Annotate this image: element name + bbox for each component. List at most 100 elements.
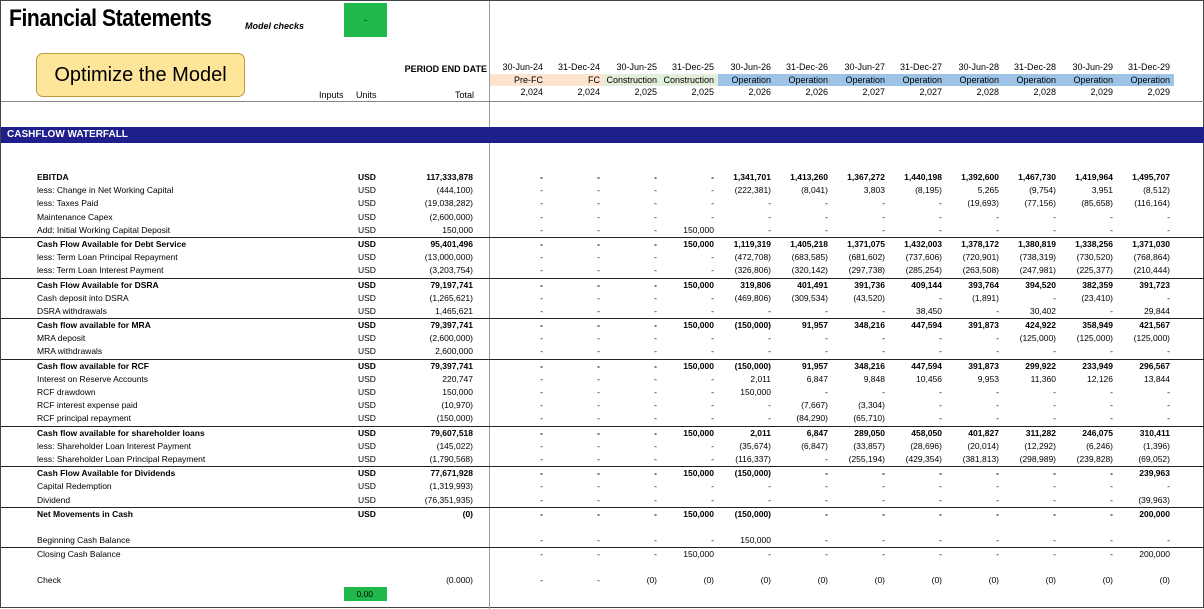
value-cell[interactable]: - xyxy=(604,332,661,345)
value-cell[interactable]: 12,126 xyxy=(1060,373,1117,386)
value-cell[interactable]: - xyxy=(1060,305,1117,318)
row-unit[interactable]: USD xyxy=(358,184,376,197)
value-cell[interactable]: (429,354) xyxy=(889,453,946,466)
value-cell[interactable]: 311,282 xyxy=(1003,427,1060,440)
value-cell[interactable]: - xyxy=(889,292,946,305)
value-cell[interactable]: - xyxy=(604,480,661,493)
value-cell[interactable]: - xyxy=(718,480,775,493)
value-cell[interactable]: - xyxy=(889,211,946,224)
row-label[interactable]: less: Term Loan Interest Payment xyxy=(37,264,163,277)
value-cell[interactable]: - xyxy=(718,412,775,425)
value-cell[interactable]: - xyxy=(490,171,547,184)
value-cell[interactable]: 3,803 xyxy=(832,184,889,197)
row-label[interactable]: MRA deposit xyxy=(37,332,85,345)
value-cell[interactable]: - xyxy=(1003,292,1060,305)
value-cell[interactable]: - xyxy=(547,211,604,224)
value-cell[interactable]: - xyxy=(604,197,661,210)
value-cell[interactable]: - xyxy=(718,494,775,507)
value-cell[interactable]: (298,989) xyxy=(1003,453,1060,466)
value-cell[interactable]: - xyxy=(889,480,946,493)
value-cell[interactable]: 1,380,819 xyxy=(1003,238,1060,251)
row-unit[interactable]: USD xyxy=(358,412,376,425)
value-cell[interactable]: - xyxy=(946,399,1003,412)
row-unit[interactable]: USD xyxy=(358,305,376,318)
value-cell[interactable]: - xyxy=(775,467,832,480)
value-cell[interactable]: - xyxy=(1003,211,1060,224)
value-cell[interactable]: (8,195) xyxy=(889,184,946,197)
row-total[interactable]: 79,397,741 xyxy=(401,319,473,332)
value-cell[interactable]: - xyxy=(946,386,1003,399)
value-cell[interactable]: - xyxy=(661,305,718,318)
value-cell[interactable]: 447,594 xyxy=(889,360,946,373)
row-label[interactable]: less: Taxes Paid xyxy=(37,197,98,210)
value-cell[interactable]: (6,847) xyxy=(775,440,832,453)
value-cell[interactable]: 401,827 xyxy=(946,427,1003,440)
value-cell[interactable]: - xyxy=(889,412,946,425)
value-cell[interactable]: - xyxy=(547,480,604,493)
row-unit[interactable]: USD xyxy=(358,197,376,210)
value-cell[interactable]: 1,371,075 xyxy=(832,238,889,251)
row-label[interactable]: Maintenance Capex xyxy=(37,211,113,224)
value-cell[interactable]: - xyxy=(661,399,718,412)
value-cell[interactable]: 233,949 xyxy=(1060,360,1117,373)
value-cell[interactable]: - xyxy=(547,373,604,386)
value-cell[interactable]: (3,304) xyxy=(832,399,889,412)
value-cell[interactable]: (19,693) xyxy=(946,197,1003,210)
value-cell[interactable]: - xyxy=(1117,345,1174,358)
value-cell[interactable]: 150,000 xyxy=(661,360,718,373)
value-cell[interactable]: 91,957 xyxy=(775,360,832,373)
value-cell[interactable]: - xyxy=(889,197,946,210)
value-cell[interactable]: (1,396) xyxy=(1117,440,1174,453)
value-cell[interactable]: - xyxy=(547,399,604,412)
row-total[interactable]: 220,747 xyxy=(401,373,473,386)
value-cell[interactable]: 1,371,030 xyxy=(1117,238,1174,251)
row-unit[interactable]: USD xyxy=(358,386,376,399)
value-cell[interactable]: (320,142) xyxy=(775,264,832,277)
value-cell[interactable]: 150,000 xyxy=(661,279,718,292)
value-cell[interactable]: - xyxy=(889,345,946,358)
value-cell[interactable]: 394,520 xyxy=(1003,279,1060,292)
value-cell[interactable]: - xyxy=(946,548,1003,561)
value-cell[interactable]: - xyxy=(604,548,661,561)
value-cell[interactable]: 401,491 xyxy=(775,279,832,292)
value-cell[interactable]: (222,381) xyxy=(718,184,775,197)
row-label[interactable]: DSRA withdrawals xyxy=(37,305,107,318)
value-cell[interactable]: (116,164) xyxy=(1117,197,1174,210)
row-label[interactable]: Beginning Cash Balance xyxy=(37,534,130,547)
row-unit[interactable]: USD xyxy=(358,480,376,493)
value-cell[interactable]: 296,567 xyxy=(1117,360,1174,373)
value-cell[interactable]: - xyxy=(490,453,547,466)
value-cell[interactable]: - xyxy=(775,534,832,547)
value-cell[interactable]: - xyxy=(889,386,946,399)
value-cell[interactable]: - xyxy=(490,264,547,277)
value-cell[interactable]: - xyxy=(1003,494,1060,507)
value-cell[interactable]: - xyxy=(604,345,661,358)
value-cell[interactable]: - xyxy=(946,467,1003,480)
value-cell[interactable]: - xyxy=(1060,386,1117,399)
value-cell[interactable]: - xyxy=(1060,467,1117,480)
value-cell[interactable]: - xyxy=(775,548,832,561)
value-cell[interactable]: - xyxy=(1060,399,1117,412)
value-cell[interactable]: - xyxy=(775,453,832,466)
value-cell[interactable]: - xyxy=(547,453,604,466)
value-cell[interactable]: 358,949 xyxy=(1060,319,1117,332)
value-cell[interactable]: - xyxy=(946,224,1003,237)
row-label[interactable]: Net Movements in Cash xyxy=(37,508,133,521)
value-cell[interactable]: 1,419,964 xyxy=(1060,171,1117,184)
value-cell[interactable]: - xyxy=(604,224,661,237)
value-cell[interactable]: - xyxy=(1117,211,1174,224)
value-cell[interactable]: 239,963 xyxy=(1117,467,1174,480)
value-cell[interactable]: 150,000 xyxy=(661,427,718,440)
value-cell[interactable]: - xyxy=(547,440,604,453)
value-cell[interactable]: - xyxy=(1117,292,1174,305)
value-cell[interactable]: - xyxy=(661,494,718,507)
value-cell[interactable]: - xyxy=(490,412,547,425)
value-cell[interactable]: (9,754) xyxy=(1003,184,1060,197)
value-cell[interactable]: - xyxy=(490,197,547,210)
value-cell[interactable]: (297,738) xyxy=(832,264,889,277)
row-total[interactable]: 79,607,518 xyxy=(401,427,473,440)
value-cell[interactable]: (730,520) xyxy=(1060,251,1117,264)
row-unit[interactable]: USD xyxy=(358,467,376,480)
value-cell[interactable]: - xyxy=(946,332,1003,345)
row-total[interactable]: 1,465,621 xyxy=(401,305,473,318)
